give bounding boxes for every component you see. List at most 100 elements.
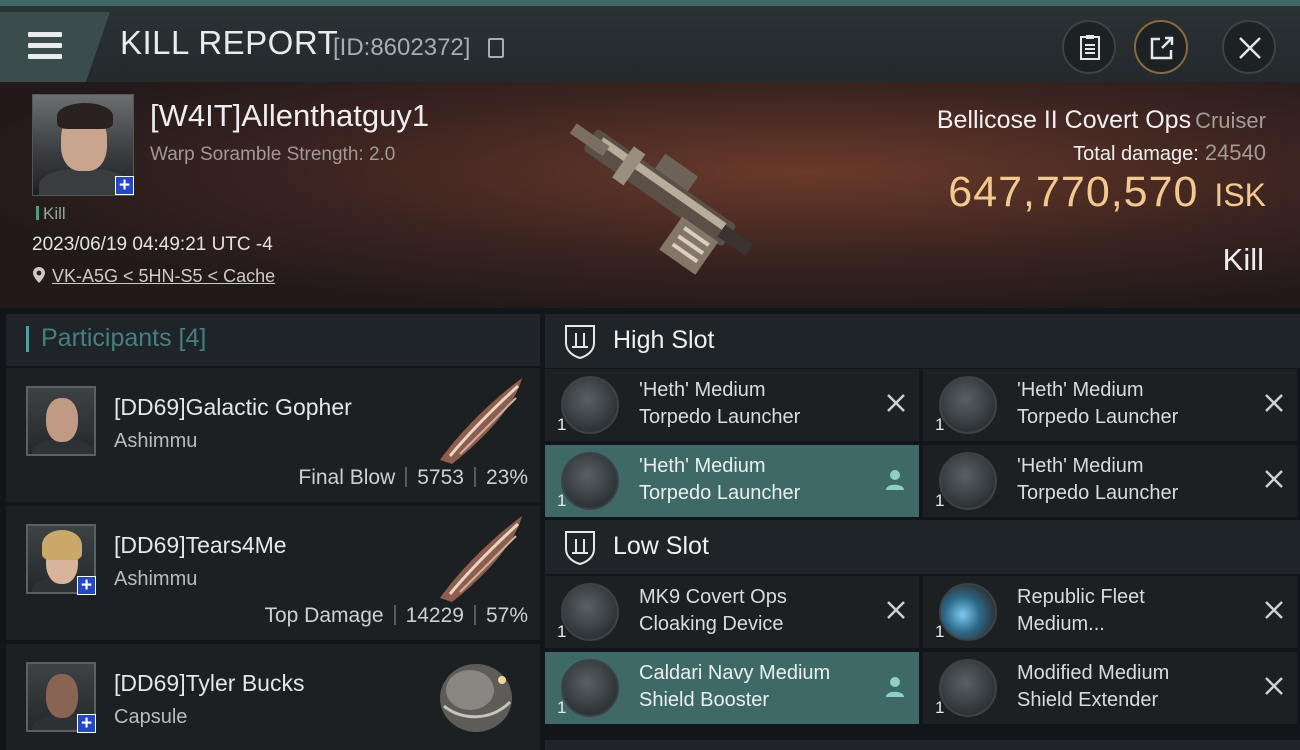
participant-row[interactable]: + [DD69]Tyler Bucks Capsule: [6, 644, 540, 750]
module-quantity: 1: [557, 491, 567, 510]
participant-ship-image: [440, 378, 522, 464]
close-icon: [1239, 37, 1261, 59]
share-icon: [1150, 36, 1174, 60]
participant-row[interactable]: [DD69]Galactic Gopher Ashimmu Final Blow…: [6, 368, 540, 502]
page-title: KILL REPORT: [120, 24, 339, 61]
header-accent: [26, 326, 29, 352]
participant-ship: Ashimmu: [114, 430, 198, 452]
module-quantity: 1: [935, 622, 945, 641]
participant-name: [DD69]Tyler Bucks: [114, 670, 305, 696]
module-quantity: 1: [935, 491, 945, 510]
participant-row[interactable]: + [DD69]Tears4Me Ashimmu Top Damage 14229…: [6, 506, 540, 640]
module-name-line: 'Heth' Medium: [1017, 455, 1144, 477]
module-item[interactable]: 1 'Heth' Medium Torpedo Launcher: [923, 369, 1297, 441]
module-item[interactable]: 1 MK9 Covert Ops Cloaking Device: [545, 576, 919, 648]
kill-banner: + [W4IT]Allenthatguy1 Warp Soramble Stre…: [0, 82, 1300, 308]
torpedo-launcher-icon: [939, 376, 997, 434]
clipboard-icon: [1080, 35, 1100, 60]
location-pin-icon: [33, 267, 45, 283]
participants-header: Participants [4]: [6, 314, 540, 366]
add-contact-icon[interactable]: +: [77, 714, 96, 733]
shield-extender-icon: [939, 659, 997, 717]
kill-location[interactable]: VK-A5G < 5HN-S5 < Cache: [32, 266, 275, 287]
victim-name[interactable]: [W4IT]Allenthatguy1: [150, 98, 429, 134]
low-slot-icon: [565, 531, 595, 565]
high-slot-label: High Slot: [613, 326, 715, 354]
total-damage-label: Total damage:: [1073, 143, 1199, 165]
afterburner-icon: [939, 583, 997, 641]
destroyed-icon: [887, 394, 905, 412]
victim-ship-image: [569, 123, 754, 275]
participant-percent: 23%: [485, 466, 528, 489]
low-slot-header: Low Slot: [545, 520, 1300, 574]
participants-panel: Participants [4] [DD69]Galactic Gopher A…: [6, 314, 540, 750]
ship-class: Cruiser: [1195, 108, 1266, 133]
module-item[interactable]: 1 'Heth' Medium Torpedo Launcher: [923, 445, 1297, 517]
menu-icon: [28, 32, 62, 37]
menu-icon-line: [28, 43, 62, 48]
module-quantity: 1: [935, 698, 945, 717]
kill-tag-label: Kill: [43, 204, 66, 223]
isk-value: 647,770,570: [948, 168, 1199, 216]
capsule-image: [440, 664, 512, 732]
module-name: Caldari Navy Medium Shield Booster: [639, 660, 879, 714]
destroyed-icon: [1265, 470, 1283, 488]
copy-icon[interactable]: [488, 38, 504, 58]
module-name: MK9 Covert Ops Cloaking Device: [639, 584, 879, 638]
isk-unit: ISK: [1214, 177, 1266, 213]
add-contact-icon[interactable]: +: [115, 176, 134, 195]
victim-ship-name: Bellicose II Covert Ops Cruiser: [937, 106, 1266, 135]
destroyed-icon: [1265, 394, 1283, 412]
top-bar: KILL REPORT [ID:8602372]: [0, 0, 1300, 82]
shield-booster-icon: [561, 659, 619, 717]
kill-tag-marker: [36, 206, 39, 220]
module-name-line: Torpedo Launcher: [639, 406, 801, 428]
module-name: 'Heth' Medium Torpedo Launcher: [639, 377, 879, 431]
module-name-line: Caldari Navy Medium: [639, 662, 831, 684]
module-name-line: Modified Medium: [1017, 662, 1170, 684]
share-button[interactable]: [1134, 20, 1188, 74]
isk-value-row: 647,770,570 ISK: [948, 168, 1266, 217]
module-quantity: 1: [557, 622, 567, 641]
participant-damage: 14229: [405, 604, 464, 627]
kill-tag: Kill: [36, 204, 66, 224]
module-name-line: Shield Booster: [639, 689, 770, 711]
menu-button[interactable]: [0, 12, 110, 82]
participant-ship-image: [440, 516, 522, 602]
participant-ship: Ashimmu: [114, 568, 198, 590]
module-item[interactable]: 1 Caldari Navy Medium Shield Booster: [545, 652, 919, 724]
module-name: Modified Medium Shield Extender: [1017, 660, 1257, 714]
module-quantity: 1: [935, 415, 945, 434]
participant-role: Top Damage: [264, 604, 384, 627]
dropped-icon: [886, 470, 904, 490]
participant-avatar[interactable]: [26, 386, 96, 456]
module-item[interactable]: 1 'Heth' Medium Torpedo Launcher: [545, 369, 919, 441]
module-item[interactable]: 1 'Heth' Medium Torpedo Launcher: [545, 445, 919, 517]
report-id: [ID:8602372]: [333, 34, 471, 61]
menu-icon-line: [28, 54, 62, 59]
module-name-line: Torpedo Launcher: [1017, 482, 1179, 504]
close-button[interactable]: [1222, 20, 1276, 74]
participant-stats: Top Damage 14229 57%: [264, 604, 528, 628]
module-item[interactable]: 1 Modified Medium Shield Extender: [923, 652, 1297, 724]
module-name-line: MK9 Covert Ops: [639, 586, 787, 608]
next-slot-header: [545, 740, 1300, 750]
participant-name: [DD69]Galactic Gopher: [114, 394, 352, 420]
module-name-line: Cloaking Device: [639, 613, 784, 635]
high-slot-header: High Slot: [545, 314, 1300, 368]
warp-scramble-strength: Warp Soramble Strength: 2.0: [150, 144, 396, 165]
participant-percent: 57%: [485, 604, 528, 627]
total-damage-value: 24540: [1204, 140, 1266, 165]
add-contact-icon[interactable]: +: [77, 576, 96, 595]
cloaking-device-icon: [561, 583, 619, 641]
location-link[interactable]: VK-A5G < 5HN-S5 < Cache: [52, 266, 275, 286]
module-name: 'Heth' Medium Torpedo Launcher: [1017, 377, 1257, 431]
ship-name-text[interactable]: Bellicose II Covert Ops: [937, 106, 1191, 134]
module-name-line: Medium...: [1017, 613, 1105, 635]
module-item[interactable]: 1 Republic Fleet Medium...: [923, 576, 1297, 648]
clipboard-button[interactable]: [1062, 20, 1116, 74]
participant-role: Final Blow: [298, 466, 396, 489]
fitting-panel: High Slot 1 'Heth' Medium Torpedo Launche…: [545, 314, 1300, 750]
kill-datetime: 2023/06/19 04:49:21 UTC -4: [32, 234, 273, 255]
torpedo-launcher-icon: [939, 452, 997, 510]
